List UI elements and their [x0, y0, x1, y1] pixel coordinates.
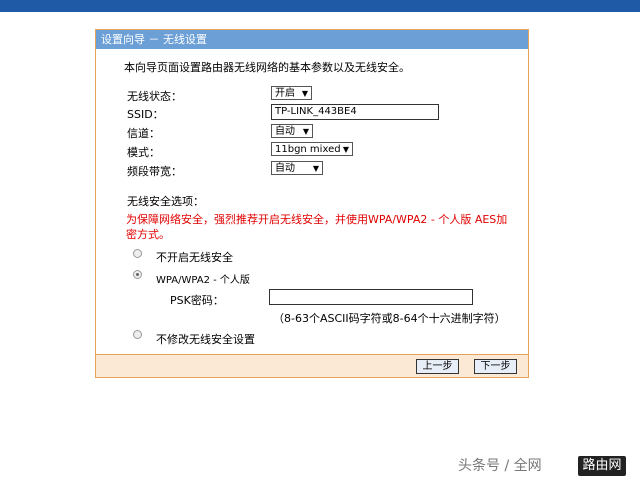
next-button[interactable]: 下一步 [474, 359, 517, 374]
security-heading: 无线安全选项： [127, 195, 204, 208]
security-warning: 为保障网络安全，强烈推荐开启无线安全，并使用WPA/WPA2 - 个人版 AES… [126, 213, 508, 241]
intro-text: 本向导页面设置路由器无线网络的基本参数以及无线安全。 [124, 61, 410, 74]
dropdown-arrow-icon: ▼ [312, 164, 319, 173]
prev-button[interactable]: 上一步 [416, 359, 459, 374]
dropdown-arrow-icon: ▼ [302, 127, 309, 136]
option-keep-security-label: 不修改无线安全设置 [156, 333, 255, 346]
option-wpa-label: WPA/WPA2 - 个人版 [156, 275, 250, 286]
bandwidth-label: 频段带宽： [127, 165, 182, 178]
radio-wpa-personal[interactable] [133, 270, 142, 279]
radio-keep-security[interactable] [133, 330, 142, 339]
psk-password-input[interactable] [269, 289, 473, 305]
mode-select[interactable]: 11bgn mixed ▼ [271, 142, 353, 156]
channel-select[interactable]: 自动 ▼ [271, 124, 313, 138]
panel-title: 设置向导 － 无线设置 [96, 30, 528, 49]
watermark-logo: 路由网 [578, 456, 626, 476]
top-banner [0, 0, 640, 12]
option-no-security-label: 不开启无线安全 [156, 251, 233, 264]
wizard-panel: 设置向导 － 无线设置 本向导页面设置路由器无线网络的基本参数以及无线安全。 无… [95, 29, 529, 378]
psk-hint: （8-63个ASCII码字符或8-64个十六进制字符） [273, 312, 506, 325]
radio-no-security[interactable] [133, 249, 142, 258]
watermark-text: 头条号 / 全网 [458, 458, 542, 474]
ssid-input[interactable]: TP-LINK_443BE4 [271, 104, 439, 120]
wireless-status-label: 无线状态： [127, 90, 182, 103]
bandwidth-value: 自动 [275, 163, 295, 174]
wireless-status-value: 开启 [275, 88, 295, 99]
dropdown-arrow-icon: ▼ [301, 89, 308, 98]
bandwidth-select[interactable]: 自动 ▼ [271, 161, 323, 175]
channel-value: 自动 [275, 126, 295, 137]
channel-label: 信道： [127, 127, 160, 140]
dropdown-arrow-icon: ▼ [342, 145, 349, 154]
wireless-status-select[interactable]: 开启 ▼ [271, 86, 312, 100]
mode-value: 11bgn mixed [275, 144, 341, 155]
psk-label: PSK密码： [170, 294, 224, 307]
button-bar: 上一步 下一步 [96, 354, 528, 377]
mode-label: 模式： [127, 146, 160, 159]
ssid-label: SSID： [127, 108, 164, 121]
